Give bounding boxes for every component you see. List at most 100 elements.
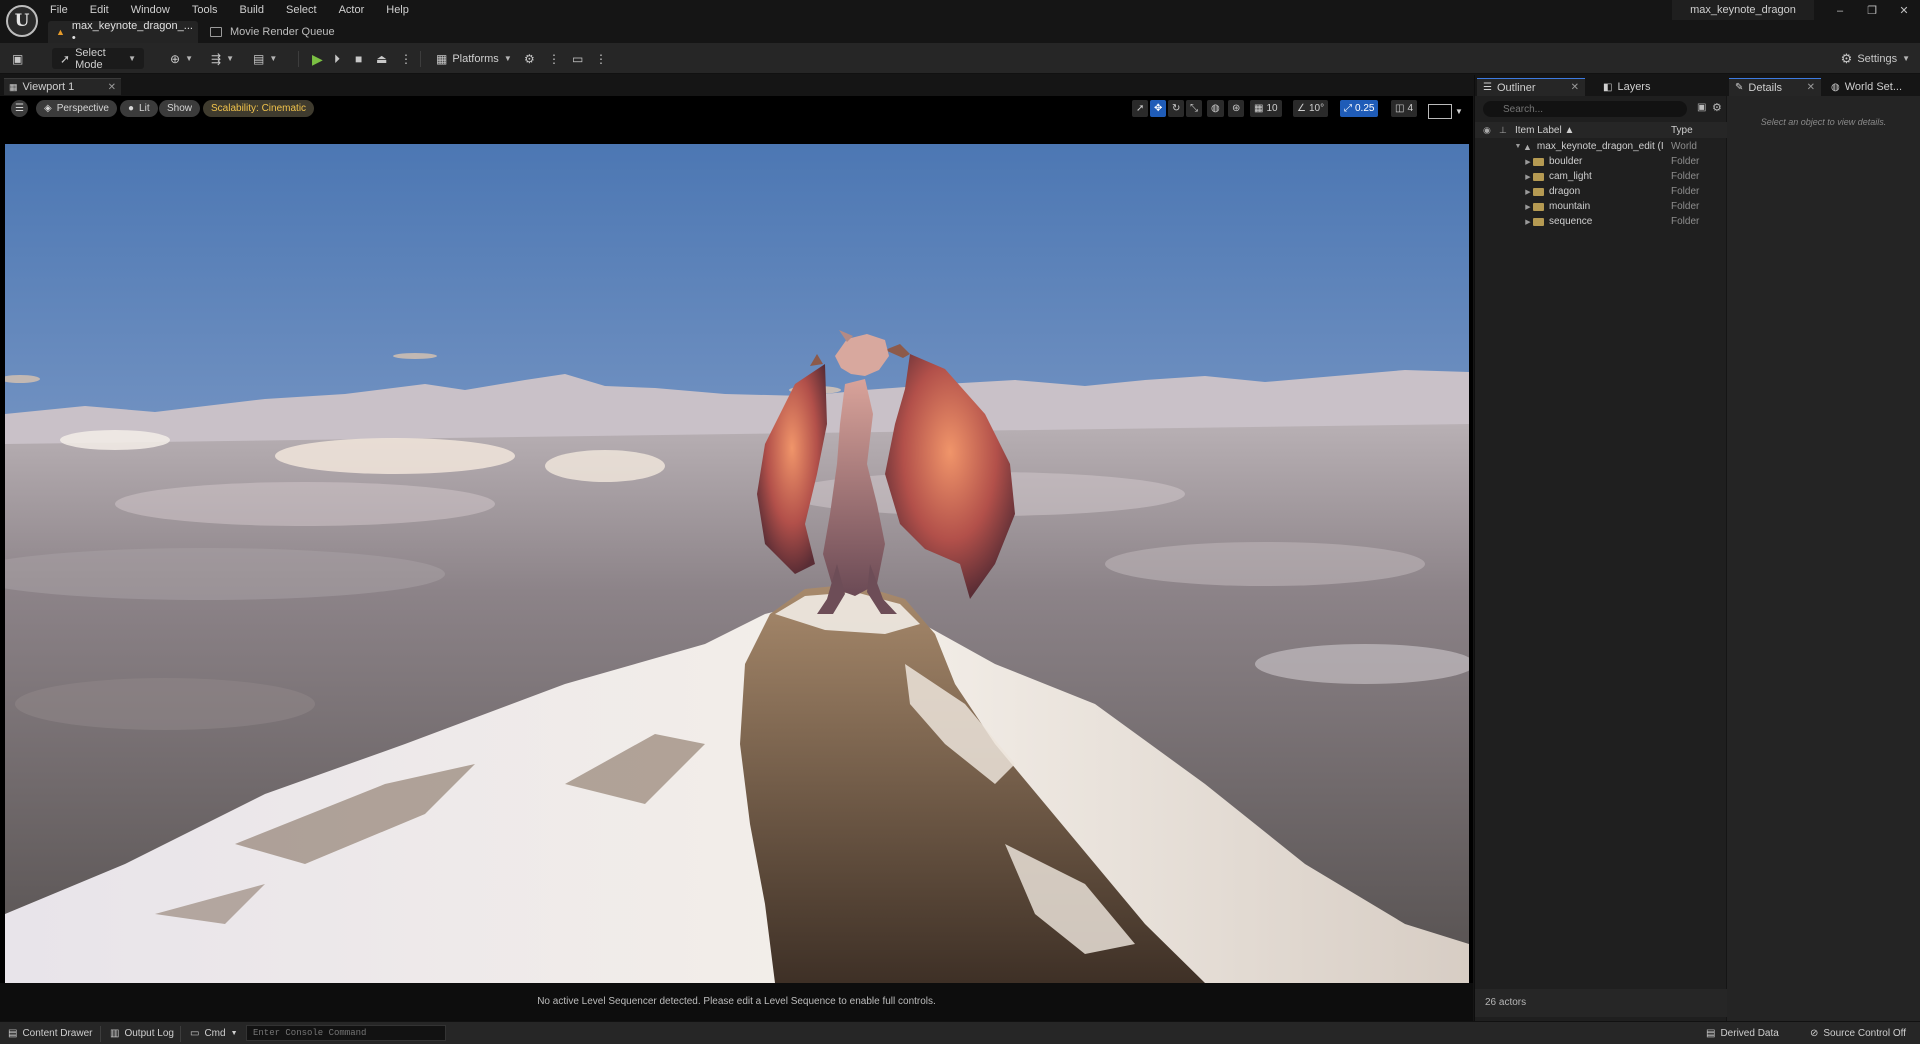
cmd-dropdown[interactable]: ▭ Cmd ▼ [184, 1022, 244, 1044]
scalability-badge[interactable]: Scalability: Cinematic [203, 100, 315, 117]
globe-icon: ◍ [1831, 81, 1840, 93]
close-icon[interactable]: ✕ [1807, 82, 1815, 93]
menu-build[interactable]: Build [240, 3, 275, 17]
cinematics-button[interactable]: ▤ ▼ [253, 48, 277, 69]
surface-snap-button[interactable]: ⊛ [1228, 100, 1245, 117]
tab-layers[interactable]: ◧ Layers [1597, 78, 1656, 96]
tab-details[interactable]: ✎ Details ✕ [1729, 78, 1821, 96]
select-mode-label: Select Mode [75, 46, 106, 71]
tab-viewport-1[interactable]: ▦ Viewport 1 ✕ [4, 78, 121, 95]
scale-snap-icon: ⤢ [1344, 103, 1352, 114]
outliner-search-input[interactable] [1483, 101, 1687, 117]
menu-bar: File Edit Window Tools Build Select Acto… [50, 3, 431, 17]
scale-snap-button[interactable]: ⤢ 0.25 [1340, 100, 1379, 117]
pin-icon[interactable]: ⊥ [1499, 125, 1507, 136]
details-tab-strip: ✎ Details ✕ ◍ World Set... [1727, 75, 1920, 96]
content-drawer-button[interactable]: ▤ Content Drawer [2, 1022, 98, 1044]
menu-help[interactable]: Help [386, 3, 420, 17]
unreal-logo[interactable]: U [6, 5, 38, 37]
project-launcher-button[interactable]: ⚙ [524, 48, 535, 69]
settings-dropdown[interactable]: ⚙ Settings ▼ [1841, 48, 1910, 69]
viewport-options-button[interactable]: ☰ [11, 100, 28, 117]
movie-render-icon [210, 27, 222, 37]
tab-world-settings[interactable]: ◍ World Set... [1825, 78, 1908, 96]
derived-data-button[interactable]: ▤ Derived Data [1700, 1022, 1785, 1044]
expand-icon[interactable]: ▶ [1523, 203, 1533, 211]
folder-type: Folder [1671, 186, 1700, 197]
toolbar-divider [420, 51, 421, 67]
launcher-options-button[interactable]: ⋮ [548, 48, 560, 69]
grid-snap-button[interactable]: ▦ 10 [1250, 100, 1282, 117]
rotate-icon: ↻ [1172, 103, 1181, 114]
add-content-button[interactable]: ⊕ ▼ [170, 48, 193, 69]
viewport-layout-button[interactable]: ▼ [1424, 102, 1467, 121]
close-icon[interactable]: ✕ [108, 82, 116, 93]
menu-window[interactable]: Window [131, 3, 181, 17]
close-icon[interactable]: ✕ [1571, 82, 1579, 93]
source-control-button[interactable]: ▭ [572, 48, 583, 69]
save-button[interactable]: ▣ [12, 48, 23, 69]
platforms-dropdown[interactable]: ▦ Platforms ▼ [436, 48, 512, 69]
play-options-button[interactable]: ⋮ [400, 48, 412, 69]
add-actor-icon: ⊕ [170, 51, 181, 66]
console-command-input[interactable] [246, 1025, 446, 1041]
translate-tool-button[interactable]: ✥ [1150, 100, 1167, 117]
folder-icon [1533, 217, 1544, 226]
outliner-row-folder[interactable]: ▶ cam_light Folder [1475, 169, 1727, 184]
collapse-icon[interactable]: ▼ [1513, 143, 1523, 150]
world-icon: ▲ [1523, 141, 1532, 152]
menu-actor[interactable]: Actor [339, 3, 376, 17]
drawer-icon: ▤ [8, 1028, 18, 1039]
minimize-icon[interactable]: – [1824, 0, 1856, 22]
menu-tools[interactable]: Tools [192, 3, 229, 17]
eject-button[interactable]: ⏏ [376, 48, 387, 69]
tab-outliner[interactable]: ☰ Outliner ✕ [1477, 78, 1585, 96]
add-folder-button[interactable]: ▣ [1697, 102, 1706, 113]
more-options-button[interactable]: ⋮ [595, 48, 607, 69]
expand-icon[interactable]: ▶ [1523, 188, 1533, 196]
coordinate-system-button[interactable]: ◍ [1207, 100, 1224, 117]
outliner-row-world[interactable]: ▼ ▲ max_keynote_dragon_edit (I World [1475, 139, 1727, 154]
tab-movie-render-queue[interactable]: Movie Render Queue [210, 21, 335, 43]
view-mode-button[interactable]: ● Lit [120, 100, 158, 117]
restore-icon[interactable]: ❐ [1856, 0, 1888, 22]
show-button[interactable]: Show [159, 100, 201, 117]
menu-select[interactable]: Select [286, 3, 328, 17]
outliner-row-folder[interactable]: ▶ dragon Folder [1475, 184, 1727, 199]
outliner-tab-strip: ☰ Outliner ✕ ◧ Layers [1475, 75, 1726, 96]
lit-label: Lit [139, 103, 150, 114]
perspective-label: Perspective [56, 103, 109, 114]
advance-frame-button[interactable]: ⏵ [334, 48, 340, 69]
outliner-row-folder[interactable]: ▶ sequence Folder [1475, 214, 1727, 229]
perspective-button[interactable]: ◈ Perspective [36, 100, 117, 117]
stop-button[interactable]: ■ [355, 48, 362, 69]
expand-icon[interactable]: ▶ [1523, 158, 1533, 166]
close-icon[interactable]: ✕ [1888, 0, 1920, 22]
gear-icon[interactable]: ⚙ [1712, 101, 1722, 114]
item-label-column[interactable]: Item Label ▲ [1515, 125, 1574, 136]
type-column[interactable]: Type [1671, 125, 1693, 136]
viewport-scene[interactable] [5, 144, 1469, 983]
menu-edit[interactable]: Edit [90, 3, 120, 17]
viewport-layout-icon: ▦ [9, 81, 18, 92]
viewport-status-message: No active Level Sequencer detected. Plea… [0, 983, 1473, 1021]
select-mode-dropdown[interactable]: ➚ Select Mode ▼ [52, 46, 144, 71]
menu-file[interactable]: File [50, 3, 79, 17]
source-control-status[interactable]: ⊘ Source Control Off [1804, 1022, 1912, 1044]
tab-level-document[interactable]: ▲ max_keynote_dragon_... • [48, 20, 198, 44]
select-tool-button[interactable]: ➚ [1132, 100, 1149, 117]
blueprints-button[interactable]: ⇶ ▼ [211, 48, 234, 69]
rotation-snap-button[interactable]: ∠ 10° [1293, 100, 1329, 117]
expand-icon[interactable]: ▶ [1523, 173, 1533, 181]
eye-icon[interactable]: ◉ [1483, 125, 1491, 136]
rotate-tool-button[interactable]: ↻ [1168, 100, 1185, 117]
outliner-row-folder[interactable]: ▶ boulder Folder [1475, 154, 1727, 169]
folder-icon [1533, 157, 1544, 166]
expand-icon[interactable]: ▶ [1523, 218, 1533, 226]
scale-tool-button[interactable]: ⤡ [1186, 100, 1202, 117]
play-button[interactable]: ▶ [312, 48, 323, 69]
outliner-row-folder[interactable]: ▶ mountain Folder [1475, 199, 1727, 214]
camera-speed-button[interactable]: ◫ 4 [1391, 100, 1418, 117]
output-log-button[interactable]: ▥ Output Log [104, 1022, 180, 1044]
folder-icon [1533, 202, 1544, 211]
